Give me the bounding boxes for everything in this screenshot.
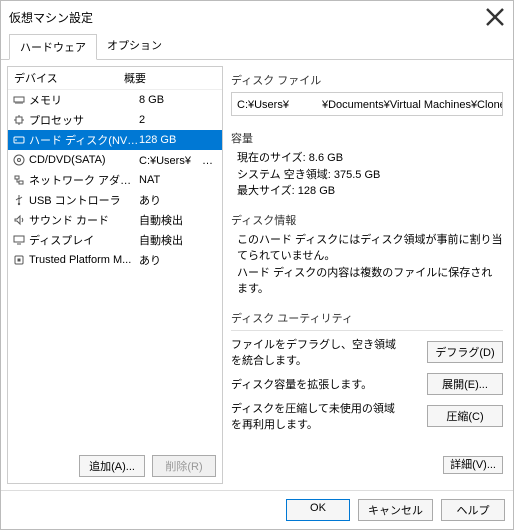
device-row[interactable]: CD/DVD(SATA)C:¥Users¥ ¥Downloads¥cl... (8, 150, 222, 170)
tab-hardware[interactable]: ハードウェア (9, 34, 97, 60)
remove-button: 削除(R) (152, 455, 216, 477)
device-row[interactable]: ハード ディスク(NVMe)128 GB (8, 130, 222, 150)
disk-file-label: ディスク ファイル (231, 72, 503, 88)
dialog-footer: OK キャンセル ヘルプ (1, 490, 513, 529)
device-name: ネットワーク アダプタ (29, 172, 139, 188)
device-row[interactable]: USB コントローラあり (8, 190, 222, 210)
tab-label: ハードウェア (20, 42, 86, 54)
compact-row: ディスクを圧縮して未使用の領域を再利用します。 圧縮(C) (231, 400, 503, 432)
capacity-current: 現在のサイズ: 8.6 GB (237, 150, 503, 167)
help-button[interactable]: ヘルプ (441, 499, 505, 521)
device-list: メモリ8 GBプロセッサ2ハード ディスク(NVMe)128 GBCD/DVD(… (8, 90, 222, 449)
ok-button[interactable]: OK (286, 499, 350, 521)
disk-file-field[interactable]: C:¥Users¥ ¥Documents¥Virtual Machines¥Cl… (231, 92, 503, 116)
device-row[interactable]: メモリ8 GB (8, 90, 222, 110)
device-row[interactable]: ネットワーク アダプタNAT (8, 170, 222, 190)
tab-bar: ハードウェア オプション (1, 33, 513, 60)
disk-info-line2: ハード ディスクの内容は複数のファイルに保存されます。 (237, 265, 503, 298)
device-list-header: デバイス 概要 (8, 67, 222, 90)
disk-info-line1: このハード ディスクにはディスク領域が事前に割り当てられていません。 (237, 232, 503, 265)
memory-icon (12, 93, 26, 107)
device-panel: デバイス 概要 メモリ8 GBプロセッサ2ハード ディスク(NVMe)128 G… (7, 66, 223, 484)
device-row[interactable]: ディスプレイ自動検出 (8, 230, 222, 250)
expand-row: ディスク容量を拡張します。 展開(E)... (231, 373, 503, 395)
titlebar: 仮想マシン設定 (1, 1, 513, 33)
usb-icon (12, 193, 26, 207)
compact-button[interactable]: 圧縮(C) (427, 405, 503, 427)
net-icon (12, 173, 26, 187)
close-icon[interactable] (485, 7, 505, 27)
device-name: プロセッサ (29, 112, 139, 128)
separator (231, 330, 503, 331)
capacity-label: 容量 (231, 130, 503, 146)
device-summary: 128 GB (139, 134, 218, 146)
cd-icon (12, 153, 26, 167)
expand-button[interactable]: 展開(E)... (427, 373, 503, 395)
device-row[interactable]: Trusted Platform M...あり (8, 250, 222, 270)
detail-button[interactable]: 詳細(V)... (443, 456, 503, 474)
device-summary: NAT (139, 174, 218, 186)
tpm-icon (12, 253, 26, 267)
device-summary: 自動検出 (139, 212, 218, 228)
display-icon (12, 233, 26, 247)
capacity-max: 最大サイズ: 128 GB (237, 183, 503, 200)
expand-text: ディスク容量を拡張します。 (231, 376, 372, 392)
capacity-free: システム 空き領域: 375.5 GB (237, 167, 503, 184)
header-summary: 概要 (124, 70, 146, 86)
tab-label: オプション (107, 40, 162, 52)
device-name: Trusted Platform M... (29, 254, 139, 266)
defrag-button[interactable]: デフラグ(D) (427, 341, 503, 363)
hdd-icon (12, 133, 26, 147)
device-row[interactable]: サウンド カード自動検出 (8, 210, 222, 230)
header-device: デバイス (14, 70, 124, 86)
device-name: ハード ディスク(NVMe) (29, 132, 139, 148)
device-name: メモリ (29, 92, 139, 108)
device-summary: 自動検出 (139, 232, 218, 248)
defrag-row: ファイルをデフラグし、空き領域を統合します。 デフラグ(D) (231, 336, 503, 368)
tab-options[interactable]: オプション (97, 33, 172, 59)
device-summary: C:¥Users¥ ¥Downloads¥cl... (139, 152, 218, 168)
cpu-icon (12, 113, 26, 127)
device-summary: あり (139, 192, 218, 208)
sound-icon (12, 213, 26, 227)
device-name: CD/DVD(SATA) (29, 154, 139, 166)
device-summary: あり (139, 252, 218, 268)
defrag-text: ファイルをデフラグし、空き領域を統合します。 (231, 336, 396, 368)
vm-settings-window: 仮想マシン設定 ハードウェア オプション デバイス 概要 メモリ8 GBプロセッ… (0, 0, 514, 530)
device-row[interactable]: プロセッサ2 (8, 110, 222, 130)
device-summary: 8 GB (139, 94, 218, 106)
window-title: 仮想マシン設定 (9, 9, 93, 26)
device-name: サウンド カード (29, 212, 139, 228)
disk-utility-label: ディスク ユーティリティ (231, 310, 503, 326)
device-name: ディスプレイ (29, 232, 139, 248)
add-button[interactable]: 追加(A)... (79, 455, 145, 477)
detail-panel: ディスク ファイル C:¥Users¥ ¥Documents¥Virtual M… (231, 66, 507, 484)
detail-row: 詳細(V)... (231, 456, 503, 472)
cancel-button[interactable]: キャンセル (358, 499, 433, 521)
device-buttons: 追加(A)... 削除(R) (8, 449, 222, 483)
device-name: USB コントローラ (29, 192, 139, 208)
device-summary: 2 (139, 114, 218, 126)
disk-info-label: ディスク情報 (231, 212, 503, 228)
compact-text: ディスクを圧縮して未使用の領域を再利用します。 (231, 400, 396, 432)
